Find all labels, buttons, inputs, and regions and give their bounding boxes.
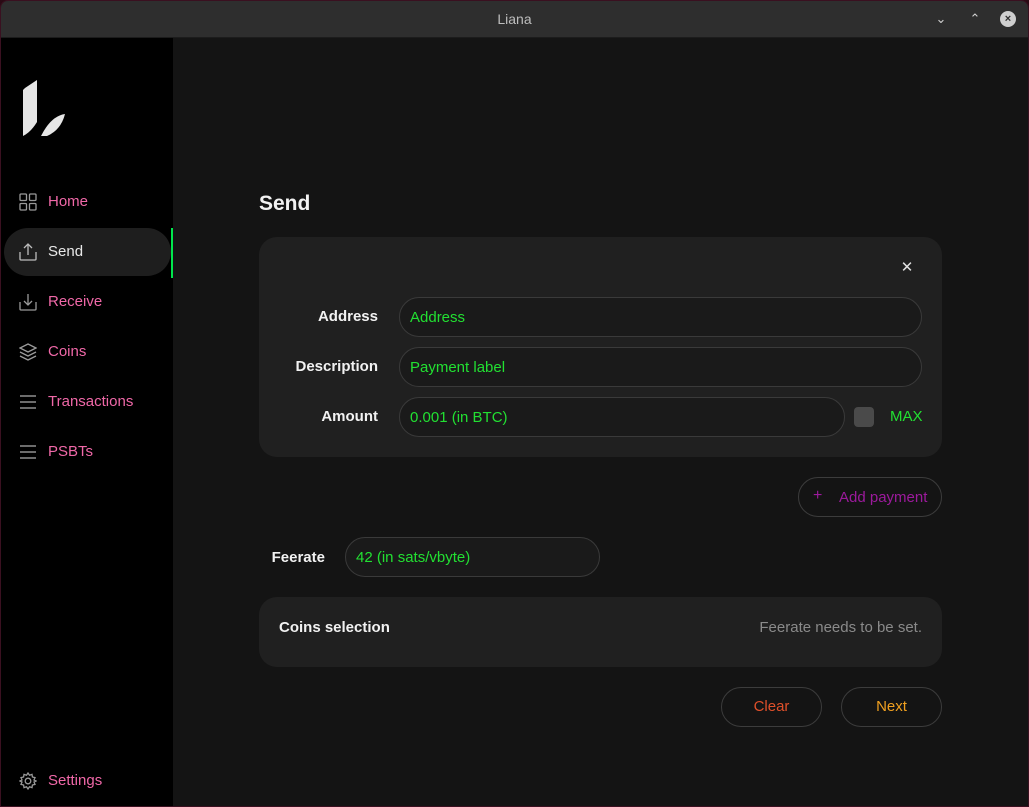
amount-input[interactable] — [399, 397, 845, 437]
next-button[interactable]: Next — [841, 687, 942, 727]
maximize-icon[interactable]: ⌃ — [966, 10, 984, 28]
address-input[interactable] — [399, 297, 922, 337]
layers-icon — [19, 343, 37, 361]
max-label: MAX — [890, 408, 923, 425]
sidebar-item-settings[interactable]: Settings — [4, 757, 171, 805]
minimize-icon[interactable]: ⌄ — [932, 10, 950, 28]
add-payment-button[interactable]: + Add payment — [798, 477, 942, 517]
app-window: Liana ⌄ ⌃ × Home Send Receive Coins Tran… — [0, 0, 1029, 807]
sidebar-item-label: Transactions — [48, 393, 134, 410]
send-icon — [19, 243, 37, 261]
sidebar-item-coins[interactable]: Coins — [4, 328, 171, 376]
sidebar-item-receive[interactable]: Receive — [4, 278, 171, 326]
clear-button[interactable]: Clear — [721, 687, 822, 727]
list-icon — [20, 445, 36, 459]
coins-selection-title: Coins selection — [279, 619, 390, 636]
description-input[interactable] — [399, 347, 922, 387]
feerate-label: Feerate — [271, 549, 325, 566]
window-title: Liana — [497, 11, 532, 27]
sidebar-item-label: PSBTs — [48, 443, 94, 460]
description-label: Description — [295, 358, 378, 375]
address-label: Address — [317, 308, 378, 325]
max-checkbox[interactable] — [854, 407, 874, 427]
sidebar-item-label: Receive — [48, 293, 103, 310]
sidebar-item-home[interactable]: Home — [4, 178, 171, 226]
plus-icon: + — [813, 487, 823, 504]
receive-icon — [19, 294, 37, 311]
close-window-icon[interactable]: × — [1000, 11, 1016, 27]
coins-selection-message: Feerate needs to be set. — [759, 619, 922, 636]
main-content: Send ✕ Address Description Amount MAX + … — [173, 38, 1028, 806]
grid-icon — [19, 193, 37, 211]
add-payment-label: Add payment — [839, 489, 928, 506]
sidebar: Home Send Receive Coins Transactions PSB… — [1, 38, 173, 806]
sidebar-item-label: Send — [48, 243, 84, 260]
sidebar-item-psbts[interactable]: PSBTs — [4, 428, 171, 476]
liana-logo — [23, 80, 65, 136]
feerate-input[interactable] — [345, 537, 600, 577]
title-bar: Liana ⌄ ⌃ × — [1, 1, 1028, 38]
sidebar-item-transactions[interactable]: Transactions — [4, 378, 171, 426]
amount-label: Amount — [321, 408, 378, 425]
page-title: Send — [259, 192, 311, 215]
remove-payment-icon[interactable]: ✕ — [900, 260, 914, 275]
gear-icon — [19, 772, 37, 790]
sidebar-item-label: Settings — [48, 772, 103, 789]
sidebar-item-label: Coins — [48, 343, 87, 360]
payment-card: ✕ Address Description Amount MAX — [259, 237, 942, 457]
coins-selection-card[interactable]: Coins selection Feerate needs to be set. — [259, 597, 942, 667]
sidebar-item-send[interactable]: Send — [4, 228, 171, 276]
list-icon — [20, 395, 36, 409]
sidebar-item-label: Home — [48, 193, 89, 210]
